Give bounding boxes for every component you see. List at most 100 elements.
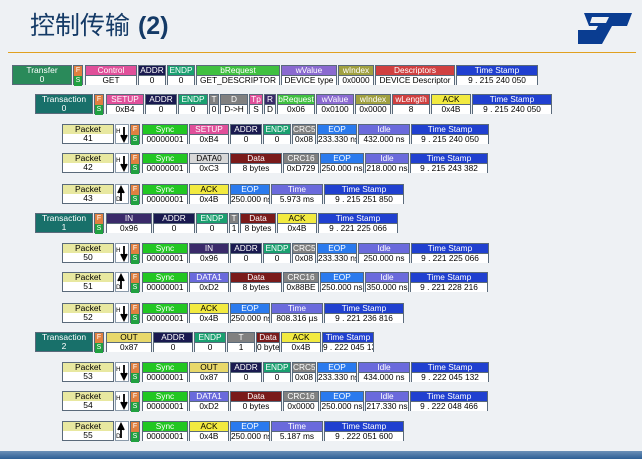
packet-field-eop[interactable]: EOP 250.000 ns xyxy=(320,272,364,292)
trans-field-wvalue[interactable]: wValue 0x0100 xyxy=(316,94,354,114)
trans-field-endp[interactable]: ENDP 0 xyxy=(178,94,208,114)
packet-field-time[interactable]: Time 5.973 ms xyxy=(271,184,323,204)
packet-field-sync[interactable]: Sync 00000001 xyxy=(142,421,188,441)
packet-field-idle[interactable]: Idle 434.000 ns xyxy=(358,362,410,382)
packet-field-sync[interactable]: Sync 00000001 xyxy=(142,362,188,382)
trans-field-setup[interactable]: SETUP 0xB4 xyxy=(106,94,144,114)
trans-field-t[interactable]: T1 xyxy=(227,332,255,352)
packet-field-eop[interactable]: EOP 250.000 ns xyxy=(320,391,364,411)
trans-field-data[interactable]: Data0 bytes xyxy=(256,332,280,352)
trans-label[interactable]: Transaction 1 xyxy=(35,213,93,233)
packet-field-sync[interactable]: Sync 00000001 xyxy=(142,303,188,323)
packet-field-time[interactable]: Time 808.316 µs xyxy=(271,303,323,323)
packet-field-time[interactable]: Time 5.187 ms xyxy=(271,421,323,441)
packet-field-data0[interactable]: DATA0 0xC3 xyxy=(189,153,229,173)
trans-field-ack[interactable]: ACK 0x4B xyxy=(277,213,317,233)
packet-field-time-stamp[interactable]: Time Stamp 9 . 222 048 466 xyxy=(410,391,488,411)
trans-field-endp[interactable]: ENDP 0 xyxy=(194,332,226,352)
trans-field-r[interactable]: RD xyxy=(264,94,276,114)
packet-field-time-stamp[interactable]: Time Stamp 9 . 215 240 050 xyxy=(411,124,489,144)
transfer-field-windex[interactable]: wIndex 0x0000 xyxy=(338,65,374,85)
packet-label[interactable]: Packet 55 xyxy=(62,421,114,441)
trans-label[interactable]: Transaction 0 xyxy=(35,94,93,114)
trans-field-time-stamp[interactable]: Time Stamp 9 . 215 240 050 xyxy=(472,94,552,114)
packet-field-data[interactable]: Data 8 bytes xyxy=(230,153,282,173)
packet-field-eop[interactable]: EOP 250.000 ns xyxy=(230,184,270,204)
trans-field-wlength[interactable]: wLength 8 xyxy=(392,94,430,114)
packet-field-endp[interactable]: ENDP 0 xyxy=(263,124,291,144)
packet-field-idle[interactable]: Idle 218.000 ns xyxy=(365,153,409,173)
trans-field-windex[interactable]: wIndex 0x0000 xyxy=(355,94,391,114)
trans-field-endp[interactable]: ENDP 0 xyxy=(196,213,228,233)
transfer-field-control[interactable]: Control GET xyxy=(85,65,137,85)
packet-field-data[interactable]: Data 0 bytes xyxy=(230,391,282,411)
packet-label[interactable]: Packet 53 xyxy=(62,362,114,382)
trans-field-addr[interactable]: ADDR 0 xyxy=(153,332,193,352)
trans-field-d[interactable]: D D->H xyxy=(220,94,248,114)
packet-field-crc5[interactable]: CRC5 0x08 xyxy=(292,243,316,263)
packet-label[interactable]: Packet 51 xyxy=(62,272,114,292)
packet-field-crc16[interactable]: CRC16 0xD729 xyxy=(283,153,319,173)
packet-field-eop[interactable]: EOP 233.330 ns xyxy=(317,243,357,263)
packet-field-time-stamp[interactable]: Time Stamp 9 . 221 225 066 xyxy=(411,243,489,263)
packet-field-sync[interactable]: Sync 00000001 xyxy=(142,272,188,292)
trans-field-out[interactable]: OUT 0x87 xyxy=(106,332,152,352)
packet-field-idle[interactable]: Idle 250.000 ns xyxy=(358,243,410,263)
transfer-field-time-stamp[interactable]: Time Stamp 9 . 215 240 050 xyxy=(456,65,538,85)
packet-field-idle[interactable]: Idle 350.000 ns xyxy=(365,272,409,292)
packet-field-crc5[interactable]: CRC5 0x08 xyxy=(292,362,316,382)
trans-field-ack[interactable]: ACK 0x4B xyxy=(431,94,471,114)
packet-field-out[interactable]: OUT 0x87 xyxy=(189,362,229,382)
packet-field-data1[interactable]: DATA1 0xD2 xyxy=(189,391,229,411)
packet-field-time-stamp[interactable]: Time Stamp 9 . 215 243 382 xyxy=(410,153,488,173)
packet-field-sync[interactable]: Sync 00000001 xyxy=(142,124,188,144)
packet-field-sync[interactable]: Sync 00000001 xyxy=(142,184,188,204)
trans-field-brequest[interactable]: bRequest 0x06 xyxy=(277,94,315,114)
packet-field-addr[interactable]: ADDR 0 xyxy=(230,243,262,263)
packet-field-setup[interactable]: SETUP 0xB4 xyxy=(189,124,229,144)
packet-label[interactable]: Packet 52 xyxy=(62,303,114,323)
packet-field-eop[interactable]: EOP 250.000 ns xyxy=(230,303,270,323)
packet-field-time-stamp[interactable]: Time Stamp 9 . 221 228 216 xyxy=(410,272,488,292)
packet-field-in[interactable]: IN 0x96 xyxy=(189,243,229,263)
packet-label[interactable]: Packet 54 xyxy=(62,391,114,411)
packet-field-sync[interactable]: Sync 00000001 xyxy=(142,153,188,173)
packet-field-ack[interactable]: ACK 0x4B xyxy=(189,184,229,204)
transfer-field-brequest[interactable]: bRequest GET_DESCRIPTOR xyxy=(196,65,280,85)
packet-field-ack[interactable]: ACK 0x4B xyxy=(189,303,229,323)
transfer-field-descriptors[interactable]: Descriptors DEVICE Descriptor xyxy=(375,65,455,85)
packet-field-time-stamp[interactable]: Time Stamp 9 . 222 045 132 xyxy=(411,362,489,382)
packet-field-time-stamp[interactable]: Time Stamp 9 . 222 051 600 xyxy=(324,421,404,441)
packet-field-endp[interactable]: ENDP 0 xyxy=(263,243,291,263)
packet-field-eop[interactable]: EOP 250.000 ns xyxy=(230,421,270,441)
packet-field-ack[interactable]: ACK 0x4B xyxy=(189,421,229,441)
packet-field-eop[interactable]: EOP 233.330 ns xyxy=(317,362,357,382)
trans-field-in[interactable]: IN 0x96 xyxy=(106,213,152,233)
packet-field-endp[interactable]: ENDP 0 xyxy=(263,362,291,382)
packet-field-crc5[interactable]: CRC5 0x08 xyxy=(292,124,316,144)
packet-label[interactable]: Packet 43 xyxy=(62,184,114,204)
packet-field-sync[interactable]: Sync 00000001 xyxy=(142,391,188,411)
trans-field-t[interactable]: T0 xyxy=(209,94,219,114)
packet-label[interactable]: Packet 50 xyxy=(62,243,114,263)
packet-field-addr[interactable]: ADDR 0 xyxy=(230,362,262,382)
packet-field-addr[interactable]: ADDR 0 xyxy=(230,124,262,144)
packet-field-crc16[interactable]: CRC16 0x88BE xyxy=(283,272,319,292)
packet-field-data1[interactable]: DATA1 0xD2 xyxy=(189,272,229,292)
packet-field-idle[interactable]: Idle 217.330 ns xyxy=(365,391,409,411)
packet-field-time-stamp[interactable]: Time Stamp 9 . 215 251 850 xyxy=(324,184,404,204)
transfer-field-wvalue[interactable]: wValue DEVICE type xyxy=(281,65,337,85)
packet-label[interactable]: Packet 41 xyxy=(62,124,114,144)
trans-field-addr[interactable]: ADDR 0 xyxy=(145,94,177,114)
trans-label[interactable]: Transaction 2 xyxy=(35,332,93,352)
transfer-field-addr[interactable]: ADDR 0 xyxy=(138,65,166,85)
packet-label[interactable]: Packet 42 xyxy=(62,153,114,173)
transfer-label[interactable]: Transfer 0 xyxy=(12,65,72,85)
trans-field-time-stamp[interactable]: Time Stamp9 . 222 045 132 xyxy=(322,332,374,352)
trans-field-addr[interactable]: ADDR 0 xyxy=(153,213,195,233)
trans-field-t[interactable]: T1 xyxy=(229,213,239,233)
trans-field-tp[interactable]: Tp S xyxy=(249,94,263,114)
trans-field-data[interactable]: Data 8 bytes xyxy=(240,213,276,233)
transfer-field-endp[interactable]: ENDP 0 xyxy=(167,65,195,85)
packet-field-idle[interactable]: Idle 432.000 ns xyxy=(358,124,410,144)
